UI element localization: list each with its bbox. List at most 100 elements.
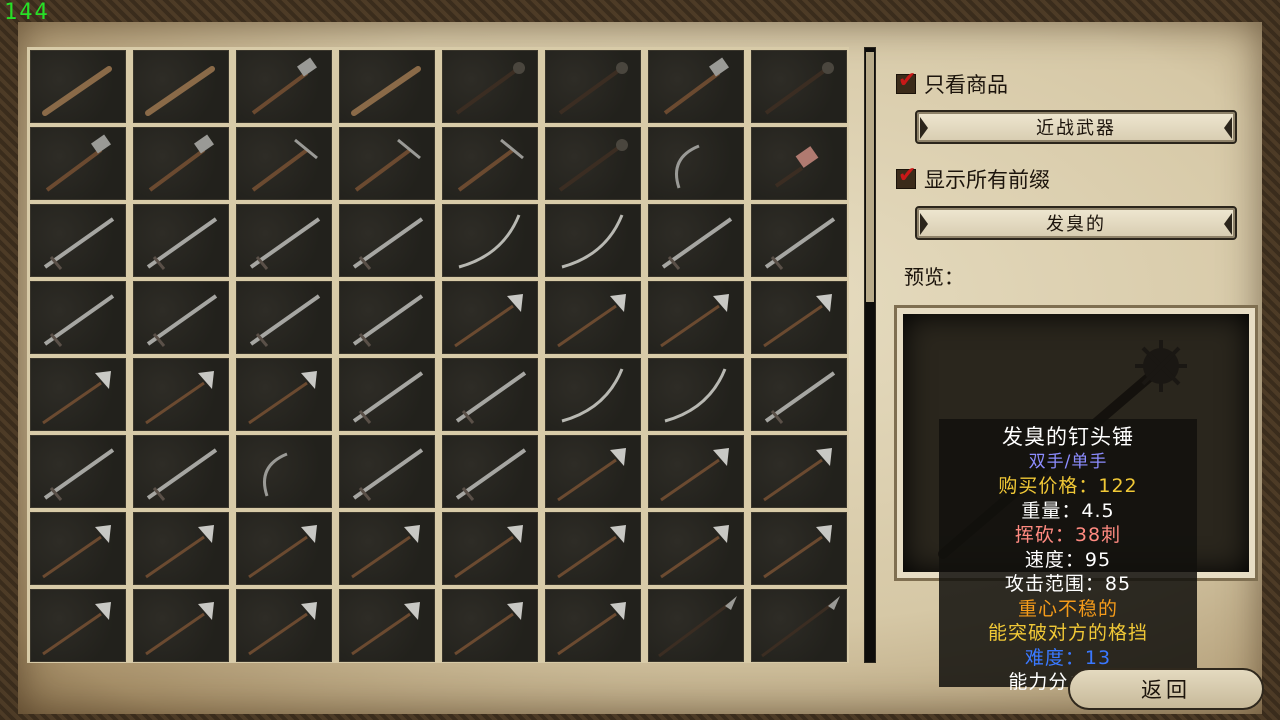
weapon-slot-sword[interactable]: [442, 435, 538, 508]
weapon-slot-pick[interactable]: [442, 127, 538, 200]
weapon-slot-axe[interactable]: [133, 589, 229, 662]
goods-only-checkbox[interactable]: ✔: [896, 70, 916, 94]
weapon-slot-sickle[interactable]: [648, 127, 744, 200]
weapon-slot-sword[interactable]: [339, 204, 435, 277]
item-tooltip: 发臭的钉头锤 双手/单手 购买价格：122 重量：4.5 挥砍：38刺 速度：9…: [939, 419, 1197, 693]
category-dropdown[interactable]: 近战武器: [915, 110, 1237, 144]
weapon-slot-sword[interactable]: [236, 204, 332, 277]
weapon-slot-mace[interactable]: [442, 50, 538, 123]
weapon-slot-club[interactable]: [30, 50, 126, 123]
weapon-slot-axe[interactable]: [442, 589, 538, 662]
category-dropdown-value: 近战武器: [1036, 118, 1116, 139]
grid-scrollbar[interactable]: [864, 47, 876, 663]
weapon-slot-sword[interactable]: [339, 358, 435, 431]
scrollbar-thumb[interactable]: [866, 52, 874, 302]
hammer-icon: [148, 134, 214, 192]
weapon-slot-spear[interactable]: [751, 589, 847, 662]
sword-icon: [43, 294, 115, 347]
weapon-slot-axe[interactable]: [236, 358, 332, 431]
weapon-slot-hammer[interactable]: [30, 127, 126, 200]
weapon-slot-sword[interactable]: [339, 281, 435, 354]
weapon-slot-sword[interactable]: [30, 281, 126, 354]
axe-icon: [145, 525, 214, 579]
back-button-label: 返回: [1141, 678, 1191, 702]
weapon-slot-sword[interactable]: [339, 435, 435, 508]
weapon-slot-sword[interactable]: [30, 204, 126, 277]
weapon-slot-axe[interactable]: [30, 512, 126, 585]
weapon-slot-club[interactable]: [133, 50, 229, 123]
axe-icon: [454, 602, 523, 656]
axe-icon: [248, 602, 317, 656]
tooltip-hands: 双手/单手: [1028, 451, 1108, 472]
weapon-slot-axe[interactable]: [30, 358, 126, 431]
weapon-slot-sword[interactable]: [751, 358, 847, 431]
weapon-slot-cleaver[interactable]: [751, 127, 847, 200]
weapon-slot-sword[interactable]: [133, 435, 229, 508]
sickle-icon: [675, 144, 700, 189]
sword-icon: [764, 217, 836, 270]
tooltip-difficulty: 难度：13: [1024, 646, 1112, 669]
axe-icon: [763, 525, 832, 579]
weapon-slot-scimitar[interactable]: [545, 358, 641, 431]
axe-icon: [248, 371, 317, 425]
weapon-slot-axe[interactable]: [751, 281, 847, 354]
weapon-slot-axe[interactable]: [133, 512, 229, 585]
weapon-slot-axe[interactable]: [545, 512, 641, 585]
sword-icon: [146, 217, 218, 270]
weapon-slot-axe[interactable]: [442, 512, 538, 585]
show-prefixes-checkbox[interactable]: ✔: [896, 165, 916, 189]
mace-icon: [558, 62, 628, 115]
weapon-slot-mace[interactable]: [751, 50, 847, 123]
weapon-slot-sword[interactable]: [648, 204, 744, 277]
goods-only-filter[interactable]: ✔ 只看商品: [896, 70, 1008, 98]
weapon-slot-axe[interactable]: [751, 512, 847, 585]
weapon-slot-sword[interactable]: [751, 204, 847, 277]
weapon-slot-axe[interactable]: [545, 589, 641, 662]
weapon-slot-axe[interactable]: [648, 281, 744, 354]
weapon-slot-axe[interactable]: [648, 435, 744, 508]
weapon-slot-axe[interactable]: [442, 281, 538, 354]
back-button[interactable]: 返回: [1068, 668, 1264, 710]
weapon-slot-axe[interactable]: [133, 358, 229, 431]
club-icon: [42, 66, 112, 116]
check-icon: ✔: [898, 163, 917, 188]
sword-icon: [455, 371, 527, 424]
weapon-slot-sword[interactable]: [442, 358, 538, 431]
weapon-slot-axe[interactable]: [339, 589, 435, 662]
sword-icon: [352, 371, 424, 424]
weapon-slot-hammer[interactable]: [648, 50, 744, 123]
cleaver-icon: [774, 146, 819, 188]
weapon-slot-axe[interactable]: [545, 435, 641, 508]
axe-icon: [557, 602, 626, 656]
weapon-slot-pick[interactable]: [236, 127, 332, 200]
weapon-slot-axe[interactable]: [30, 589, 126, 662]
axe-icon: [660, 525, 729, 579]
weapon-slot-mace[interactable]: [545, 50, 641, 123]
show-prefixes-filter[interactable]: ✔ 显示所有前缀: [896, 165, 1050, 193]
weapon-slot-spear[interactable]: [648, 589, 744, 662]
pick-icon: [251, 138, 318, 192]
weapon-slot-scimitar[interactable]: [545, 204, 641, 277]
weapon-slot-hammer[interactable]: [236, 50, 332, 123]
weapon-slot-sword[interactable]: [133, 204, 229, 277]
weapon-slot-axe[interactable]: [236, 589, 332, 662]
weapon-slot-axe[interactable]: [236, 512, 332, 585]
weapon-slot-pick[interactable]: [339, 127, 435, 200]
weapon-slot-sword[interactable]: [133, 281, 229, 354]
weapon-slot-mace[interactable]: [545, 127, 641, 200]
prefix-dropdown[interactable]: 发臭的: [915, 206, 1237, 240]
weapon-slot-axe[interactable]: [339, 512, 435, 585]
preview-label: 预览：: [904, 265, 964, 289]
weapon-slot-sword[interactable]: [236, 281, 332, 354]
weapon-slot-axe[interactable]: [751, 435, 847, 508]
weapon-slot-axe[interactable]: [545, 281, 641, 354]
weapon-slot-scimitar[interactable]: [442, 204, 538, 277]
weapon-slot-sickle[interactable]: [236, 435, 332, 508]
weapon-slot-sword[interactable]: [30, 435, 126, 508]
sword-icon: [352, 448, 424, 501]
weapon-slot-scimitar[interactable]: [648, 358, 744, 431]
weapon-slot-club[interactable]: [339, 50, 435, 123]
weapon-slot-axe[interactable]: [648, 512, 744, 585]
axe-icon: [557, 294, 626, 348]
weapon-slot-hammer[interactable]: [133, 127, 229, 200]
